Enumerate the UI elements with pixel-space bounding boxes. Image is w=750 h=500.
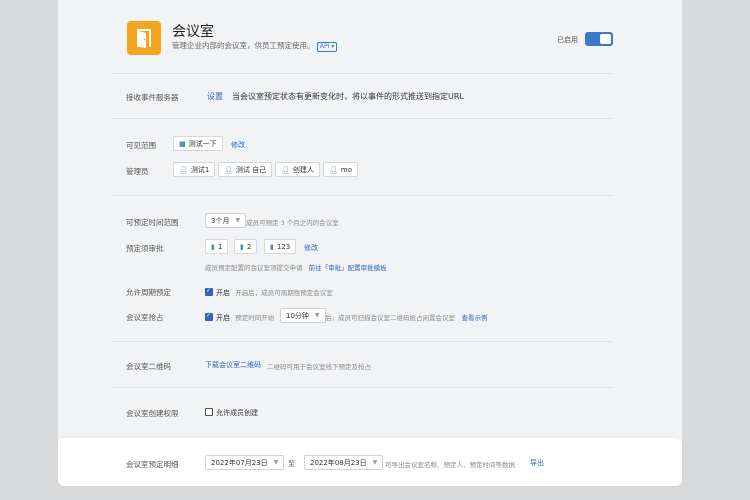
caret-down-icon: ▼ [235,217,241,224]
caret-down-icon: ▼ [314,312,320,319]
admins-label: 管理员 [126,167,149,176]
date-range-separator: 至 [288,460,295,468]
admin-name: 创建人 [292,165,314,174]
booking-details-label: 会议室预定明细 [126,460,179,469]
checkin-example-link[interactable]: 查看示例 [462,314,488,322]
divider [112,118,612,119]
start-date-value: 2022年07月23日 [211,458,268,467]
visibility-chip-label: 测试一下 [188,139,217,148]
start-date-select[interactable]: 2022年07月23日 ▼ [205,455,285,470]
room-icon: ▮ [270,242,274,251]
event-server-description: 当会议室预定状态有更新变化时，将以事件的形式推送到指定URL [232,92,464,101]
create-permission-checkbox[interactable] [205,408,213,416]
admin-name: mo [340,165,352,174]
approval-hint-text: 成员预定配置的会议室须提交申请 [205,264,303,272]
admin-name: 测试1 [190,165,210,174]
description-text: 管理企业内部的会议室，供员工预定使用。 [172,41,315,50]
checkin-checkbox[interactable] [205,312,213,321]
booking-range-label: 可预定时间范围 [126,218,179,227]
user-icon: 👤︎ [224,165,233,174]
user-icon: 👤︎ [179,165,188,174]
qrcode-download-link[interactable]: 下载会议室二维码 [205,360,261,370]
page-title: 会议室 [172,24,214,40]
visibility-edit-link[interactable]: 修改 [231,140,245,150]
status-label: 已启用 [557,36,578,44]
checkin-suffix-row: 后，成员可扫描会议室二维码抢占闲置会议室 查看示例 [325,312,488,322]
divider [112,387,612,388]
recurring-label: 允许周期预定 [126,288,171,297]
end-date-select[interactable]: 2022年08月23日 ▼ [304,455,384,470]
approval-room-chip: ▮ 123 [264,239,297,254]
recurring-checkbox[interactable] [205,287,213,296]
checkin-option: 开启 预定时间开始 [205,312,274,323]
qrcode-hint: 二维码可用于会议室线下预定及抢占 [267,363,371,371]
admin-chip: 👤︎ mo [323,162,358,177]
export-link[interactable]: 导出 [530,458,544,468]
booking-range-select[interactable]: 3个月 ▼ [205,213,247,228]
door-icon [137,29,151,48]
visibility-chip: ■ 测试一下 [173,136,223,151]
checkin-time-value: 10分钟 [286,311,309,320]
room-name: 2 [246,242,252,251]
checkin-time-select[interactable]: 10分钟 ▼ [280,308,326,323]
approval-hint: 成员预定配置的会议室须提交申请 前往「审批」配置审批模板 [205,262,387,272]
approval-room-chip: ▮ 2 [234,239,258,254]
room-icon: ▮ [240,242,244,251]
checkin-suffix: 后，成员可扫描会议室二维码抢占闲置会议室 [325,314,455,322]
booking-range-value: 3个月 [211,216,230,225]
caret-down-icon: ▼ [273,459,279,466]
toggle-knob [600,34,611,44]
divider [112,73,612,74]
create-permission-label: 会议室创建权限 [126,409,179,418]
folder-icon: ■ [179,139,186,148]
room-name: 1 [217,242,223,251]
approval-room-chip: ▮ 1 [205,239,229,254]
end-date-value: 2022年08月23日 [310,458,367,467]
checkin-label: 会议室抢占 [126,313,164,322]
booking-details-hint: 可导出会议室名称、预定人、预定时间等数据 [385,461,515,469]
recurring-option: 开启 开启后，成员可周期性预定会议室 [205,287,333,298]
enable-toggle[interactable] [585,32,613,46]
room-name: 123 [276,242,291,251]
admin-name: 测试 自己 [235,165,267,174]
create-permission-option: 允许成员创建 [205,408,258,418]
divider [112,195,612,196]
approval-template-link[interactable]: 前往「审批」配置审批模板 [309,264,387,272]
booking-range-hint: 成员可预定 3 个月之内的会议室 [246,219,339,227]
api-badge[interactable]: API ▾ [316,42,338,52]
admin-chip: 👤︎ 创建人 [275,162,320,177]
qrcode-label: 会议室二维码 [126,362,171,371]
recurring-hint: 开启后，成员可周期性预定会议室 [235,289,333,297]
user-icon: 👤︎ [329,165,338,174]
admin-chip: 👤︎ 测试 自己 [218,162,273,177]
room-icon: ▮ [211,242,215,251]
meeting-room-app-icon [127,21,161,55]
page-description: 管理企业内部的会议室，供员工预定使用。 API ▾ [172,40,338,52]
approval-edit-link[interactable]: 修改 [304,243,318,253]
user-icon: 👤︎ [281,165,290,174]
approval-label: 预定须审批 [126,244,164,253]
admin-chip: 👤︎ 测试1 [173,162,216,177]
checkin-checkbox-label: 开启 [216,314,230,322]
caret-down-icon: ▼ [372,459,378,466]
event-server-setting-link[interactable]: 设置 [207,91,223,102]
divider [112,341,612,342]
recurring-checkbox-label: 开启 [216,289,230,297]
visibility-label: 可见范围 [126,141,156,150]
checkin-prefix: 预定时间开始 [235,314,275,322]
create-permission-checkbox-label: 允许成员创建 [216,409,258,417]
event-server-label: 接收事件服务器 [126,93,179,102]
